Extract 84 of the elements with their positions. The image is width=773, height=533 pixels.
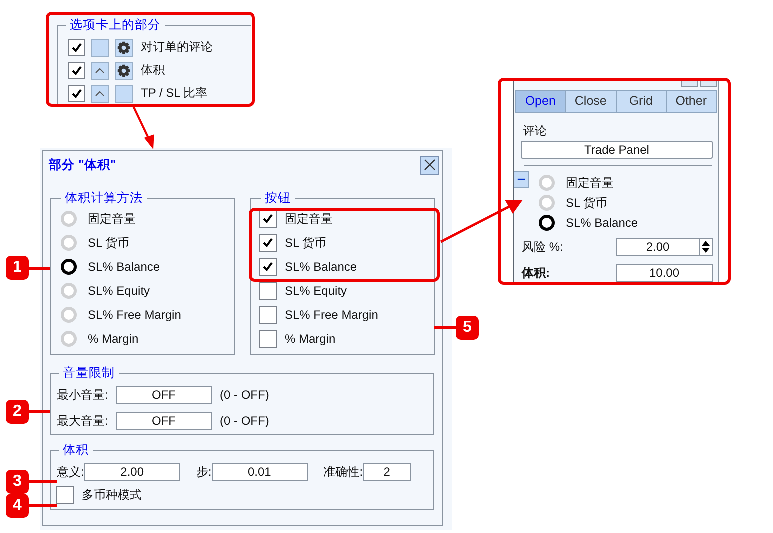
leader-line (434, 326, 458, 329)
callout-number: 4 (6, 494, 29, 518)
field-label: 体积: (522, 264, 550, 282)
option-label: SL% Balance (566, 216, 638, 230)
checkbox[interactable] (259, 234, 277, 252)
field-hint: (0 - OFF) (220, 414, 270, 428)
field-hint: (0 - OFF) (220, 388, 270, 402)
field-label: 准确性: (324, 464, 364, 480)
checkbox[interactable] (68, 62, 85, 79)
group-title: 选项卡上的部分 (69, 17, 162, 34)
checkmark-icon (70, 64, 82, 76)
checkbox[interactable] (259, 306, 277, 324)
field-label: 最小音量: (57, 386, 110, 404)
tab[interactable]: Close (565, 91, 616, 112)
option-label: SL 货币 (285, 234, 327, 252)
callout-number: 3 (6, 470, 29, 494)
option-label: % Margin (285, 332, 336, 346)
checkbox[interactable] (68, 85, 85, 102)
spinner-arrows-icon[interactable] (699, 239, 712, 255)
option-label: 固定音量 (88, 210, 136, 228)
option-label: SL 货币 (88, 234, 130, 252)
leader-line (26, 480, 57, 483)
spin-field[interactable]: 2.00 (616, 238, 713, 256)
leader-line (26, 504, 57, 507)
checkbox[interactable] (259, 282, 277, 300)
option-label: SL% Balance (88, 260, 160, 274)
radio-button[interactable] (61, 259, 77, 275)
option-label: SL% Free Margin (285, 308, 378, 322)
checkmark-icon (70, 88, 82, 100)
close-icon (424, 159, 436, 171)
option-label: SL 货币 (566, 194, 608, 212)
field-label: 意义: (57, 464, 84, 480)
collapse-button[interactable] (514, 171, 529, 188)
group-title: 体积 (62, 442, 90, 459)
section-label: TP / SL 比率 (141, 85, 208, 102)
tab[interactable]: Open (516, 91, 566, 112)
callout-number: 1 (6, 256, 29, 280)
input-field[interactable]: 2.00 (84, 463, 180, 481)
radio-button[interactable] (539, 215, 555, 231)
group-title: 按钮 (264, 190, 292, 207)
checkbox[interactable] (68, 39, 85, 56)
option-label: 固定音量 (566, 174, 614, 192)
settings-button[interactable] (115, 62, 133, 80)
field-label: 风险 %: (522, 238, 564, 256)
checkbox[interactable] (259, 258, 277, 276)
checkmark-icon (262, 213, 274, 225)
comment-field[interactable]: Trade Panel (521, 141, 713, 159)
collapse-toggle[interactable] (91, 38, 109, 56)
checkmark-icon (262, 261, 274, 273)
collapse-toggle[interactable] (91, 62, 109, 80)
option-label: SL% Balance (285, 260, 358, 274)
field-label: 步: (196, 464, 212, 480)
checkbox[interactable] (56, 486, 74, 504)
input-field[interactable]: 2 (363, 463, 412, 481)
dialog-title: 部分 "体积" (49, 156, 116, 174)
field-label: 评论 (523, 123, 548, 140)
field-label: 最大音量: (57, 412, 110, 430)
option-label: SL% Free Margin (88, 308, 182, 322)
section-label: 对订单的评论 (141, 39, 213, 56)
checkmark-icon (262, 237, 274, 249)
checkbox[interactable] (259, 210, 277, 228)
option-label: 固定音量 (285, 210, 333, 228)
input-field[interactable]: OFF (116, 412, 212, 430)
settings-button[interactable] (115, 38, 133, 56)
collapse-toggle[interactable] (91, 84, 109, 102)
callout-number: 2 (6, 400, 29, 424)
checkbox[interactable] (259, 330, 277, 348)
checkmark-icon (70, 42, 82, 54)
input-field[interactable]: OFF (116, 386, 212, 404)
option-label: SL% Equity (285, 284, 348, 298)
gear-icon (117, 64, 131, 78)
option-label: SL% Equity (88, 284, 150, 298)
callout-number: 5 (456, 316, 479, 340)
group-title: 音量限制 (62, 365, 116, 382)
tab[interactable]: Grid (616, 91, 666, 112)
group-title: 体积计算方法 (64, 190, 144, 207)
close-button[interactable] (420, 156, 439, 174)
option-label: % Margin (88, 332, 139, 346)
tab[interactable]: Other (666, 91, 716, 112)
option-label: 多币种模式 (82, 486, 142, 504)
input-field[interactable]: 0.01 (212, 463, 308, 481)
input-field[interactable]: 10.00 (616, 264, 713, 282)
section-label: 体积 (141, 62, 165, 79)
gear-icon (117, 40, 131, 54)
